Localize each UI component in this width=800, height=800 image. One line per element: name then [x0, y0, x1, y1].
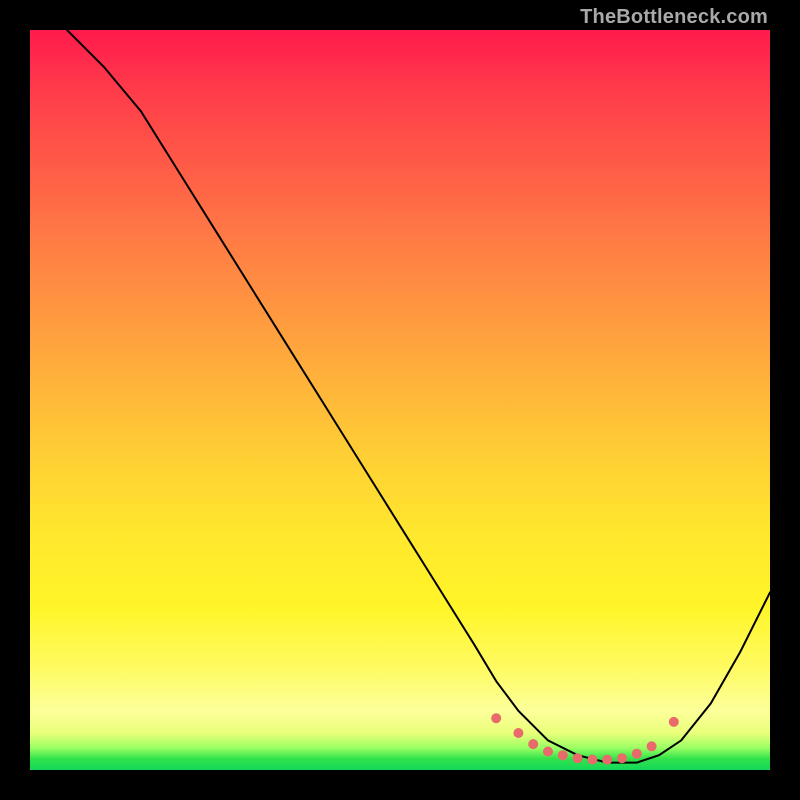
- highlight-dot: [669, 717, 679, 727]
- curve-layer: [30, 30, 770, 770]
- highlight-dot: [558, 750, 568, 760]
- bottleneck-curve: [67, 30, 770, 763]
- chart-frame: TheBottleneck.com: [0, 0, 800, 800]
- highlight-dot: [543, 747, 553, 757]
- highlight-dot: [513, 728, 523, 738]
- highlight-dot: [491, 713, 501, 723]
- highlight-dot: [602, 755, 612, 765]
- watermark-text: TheBottleneck.com: [580, 6, 768, 29]
- highlight-dot: [528, 739, 538, 749]
- highlight-dot: [587, 755, 597, 765]
- highlight-dot: [617, 753, 627, 763]
- highlight-dot: [632, 749, 642, 759]
- plot-area: [30, 30, 770, 770]
- highlight-dot: [647, 741, 657, 751]
- highlight-dot: [573, 753, 583, 763]
